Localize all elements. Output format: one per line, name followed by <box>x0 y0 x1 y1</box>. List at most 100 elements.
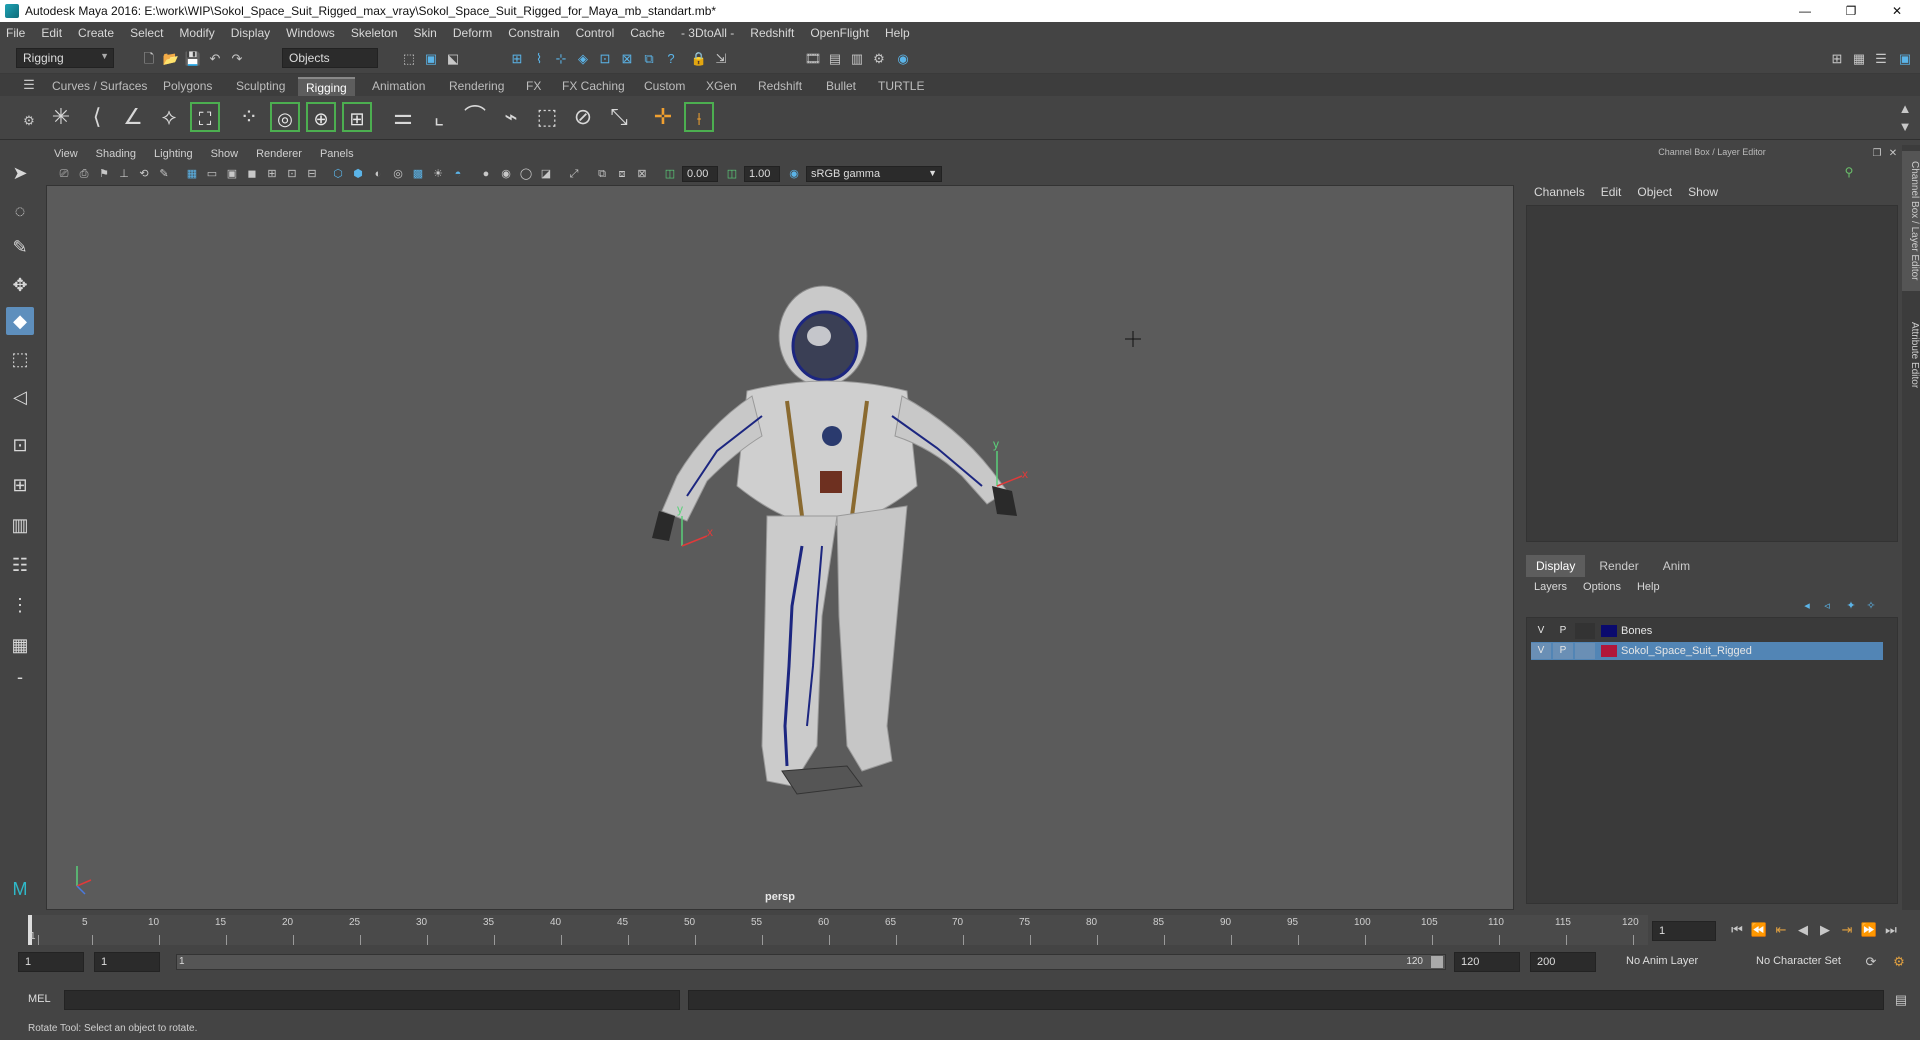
select-object-icon[interactable]: ▣ <box>422 50 440 68</box>
move-tool-icon[interactable]: ✥ <box>6 271 34 299</box>
tab-display[interactable]: Display <box>1526 555 1586 577</box>
shelf-tab-rendering[interactable]: Rendering <box>441 77 512 96</box>
side-tab-attribute-editor[interactable]: Attribute Editor <box>1902 305 1920 405</box>
snap-curve-icon[interactable]: ⌇ <box>530 50 548 68</box>
menu-file[interactable]: File <box>6 26 25 40</box>
default-material-icon[interactable]: ◐ <box>370 166 386 182</box>
go-to-start-icon[interactable]: ⏮ <box>1728 921 1746 939</box>
shelf-tab-fx[interactable]: FX <box>518 77 549 96</box>
four-view-layout-icon[interactable]: ⊞ <box>6 471 34 499</box>
tool-settings-toggle-icon[interactable]: ☰ <box>1872 50 1890 68</box>
cb-menu-channels[interactable]: Channels <box>1534 185 1585 199</box>
motion-blur-icon[interactable]: ◉ <box>498 166 514 182</box>
history-icon[interactable]: ? <box>662 50 680 68</box>
gamma-icon[interactable]: ◫ <box>724 166 740 182</box>
ik-handle-icon[interactable]: ∠ <box>118 102 148 132</box>
lock-icon[interactable]: 🔒 <box>690 50 708 68</box>
menu-edit[interactable]: Edit <box>41 26 62 40</box>
film-gate-icon[interactable]: ▭ <box>204 166 220 182</box>
interactive-bind-icon[interactable]: ⊕ <box>306 102 336 132</box>
render-settings-icon[interactable]: ⚙ <box>870 50 888 68</box>
graph-layout-icon[interactable]: ⋮ <box>6 591 34 619</box>
command-input[interactable] <box>64 990 680 1010</box>
script-editor-icon[interactable]: ▤ <box>1892 991 1910 1009</box>
shelf-tab-curves-surfaces[interactable]: Curves / Surfaces <box>44 77 155 96</box>
playback-start-field[interactable]: 1 <box>94 952 160 972</box>
tab-render[interactable]: Render <box>1589 555 1648 577</box>
soft-modification-icon[interactable]: ⊘ <box>568 102 598 132</box>
select-component-icon[interactable]: ⬕ <box>444 50 462 68</box>
wrap-deformer-icon[interactable]: ⌁ <box>496 102 526 132</box>
animation-start-field[interactable]: 1 <box>18 952 84 972</box>
toolbox-collapse-icon[interactable]: - <box>6 663 34 691</box>
shelf-tab-redshift[interactable]: Redshift <box>750 77 810 96</box>
side-tab-channel-box[interactable]: Channel Box / Layer Editor <box>1902 151 1920 291</box>
hypershade-icon[interactable]: ◉ <box>894 50 912 68</box>
sculpt-deformer-icon[interactable]: ⬚ <box>532 102 562 132</box>
isolate-select-icon[interactable]: ⤢ <box>566 166 582 182</box>
new-layer-selected-icon[interactable]: ✧ <box>1862 597 1880 615</box>
le-menu-help[interactable]: Help <box>1637 581 1660 593</box>
new-empty-layer-icon[interactable]: ✦ <box>1842 597 1860 615</box>
safe-title-icon[interactable]: ⊟ <box>304 166 320 182</box>
single-perspective-layout-icon[interactable]: ⊡ <box>6 431 34 459</box>
cb-menu-show[interactable]: Show <box>1688 185 1718 199</box>
move-layer-up-icon[interactable]: ◂ <box>1798 597 1816 615</box>
range-slider-handle[interactable] <box>1431 956 1443 968</box>
layer-display-type[interactable] <box>1575 643 1595 659</box>
layer-row[interactable]: V P Sokol_Space_Suit_Rigged <box>1531 642 1883 660</box>
save-scene-icon[interactable]: 💾 <box>184 50 202 68</box>
two-d-pan-zoom-icon[interactable]: ⟲ <box>136 166 152 182</box>
shelf-tab-polygons[interactable]: Polygons <box>155 77 220 96</box>
range-slider[interactable]: 1 120 <box>176 954 1446 970</box>
safe-action-icon[interactable]: ⊡ <box>284 166 300 182</box>
shelf-tab-custom[interactable]: Custom <box>636 77 693 96</box>
step-back-key-icon[interactable]: ⇤ <box>1772 921 1790 939</box>
panel-menu-show[interactable]: Show <box>211 148 239 160</box>
shelf-tab-rigging[interactable]: Rigging <box>298 77 355 96</box>
outliner-layout-icon[interactable]: ☷ <box>6 551 34 579</box>
layer-color-swatch[interactable] <box>1601 625 1617 637</box>
bind-skin-icon[interactable]: ⁘ <box>234 102 264 132</box>
shelf-tab-animation[interactable]: Animation <box>364 77 433 96</box>
close-button[interactable]: ✕ <box>1874 0 1920 22</box>
exposure-icon[interactable]: ◫ <box>662 166 678 182</box>
paint-select-tool-icon[interactable]: ✎ <box>6 233 34 261</box>
step-forward-frame-icon[interactable]: ⏩ <box>1860 921 1878 939</box>
menu-redshift[interactable]: Redshift <box>750 26 794 40</box>
channel-box-toggle-icon[interactable]: ▣ <box>1896 50 1914 68</box>
render-frame-icon[interactable]: ▤ <box>826 50 844 68</box>
use-all-lights-icon[interactable]: ☀ <box>430 166 446 182</box>
grid-toggle-icon[interactable]: ▦ <box>184 166 200 182</box>
layer-visibility-toggle[interactable]: V <box>1531 623 1551 639</box>
le-menu-options[interactable]: Options <box>1583 581 1621 593</box>
current-frame-field[interactable]: 1 <box>1652 921 1716 941</box>
shadows-icon[interactable]: ◓ <box>450 166 466 182</box>
close-panel-icon[interactable]: ✕ <box>1884 145 1902 163</box>
parent-constraint-icon[interactable]: ✛ <box>648 102 678 132</box>
shelf-tab-turtle[interactable]: TURTLE <box>870 77 932 96</box>
hypershade-layout-icon[interactable]: ▦ <box>6 631 34 659</box>
insert-joint-icon[interactable]: ⟨ <box>82 102 112 132</box>
menu-control[interactable]: Control <box>576 26 615 40</box>
layer-display-type[interactable] <box>1575 623 1595 639</box>
menu-constrain[interactable]: Constrain <box>508 26 559 40</box>
menu-windows[interactable]: Windows <box>286 26 335 40</box>
minimize-button[interactable]: — <box>1782 0 1828 22</box>
open-scene-icon[interactable]: 📂 <box>162 50 180 68</box>
cb-menu-edit[interactable]: Edit <box>1601 185 1622 199</box>
camera-attributes-icon[interactable]: ⎙ <box>76 166 92 182</box>
panel-menu-panels[interactable]: Panels <box>320 148 354 160</box>
two-view-layout-icon[interactable]: ▥ <box>6 511 34 539</box>
layer-playback-toggle[interactable]: P <box>1553 623 1573 639</box>
resolution-gate-icon[interactable]: ▣ <box>224 166 240 182</box>
blend-shape-icon[interactable]: ⤡ <box>604 102 634 132</box>
redo-icon[interactable]: ↷ <box>228 50 246 68</box>
script-language-label[interactable]: MEL <box>28 993 51 1005</box>
wire-deformer-icon[interactable]: ⌒ <box>460 102 490 132</box>
step-back-frame-icon[interactable]: ⏪ <box>1750 921 1768 939</box>
ipr-render-icon[interactable]: ▥ <box>848 50 866 68</box>
shelf-menu-icon[interactable]: ☰ <box>20 76 38 94</box>
undo-icon[interactable]: ↶ <box>206 50 224 68</box>
snap-point-icon[interactable]: ⊹ <box>552 50 570 68</box>
